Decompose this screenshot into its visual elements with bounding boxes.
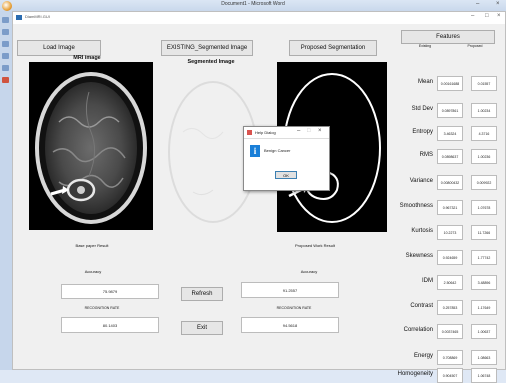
- matlab-icon: [16, 15, 22, 20]
- feature-proposed-value: 0.009922: [471, 175, 497, 190]
- word-title-bar: Document1 - Microsoft Word – ×: [0, 0, 506, 11]
- mri-brain-image: [35, 72, 147, 224]
- segmented-image-label: Segmented Image: [187, 59, 235, 65]
- feature-existing-value: 0.00161688: [437, 76, 463, 91]
- dialog-minimize-icon[interactable]: –: [297, 128, 300, 134]
- feature-name-4: Variance: [409, 178, 433, 184]
- feature-name-6: Kurtosis: [411, 228, 433, 234]
- feature-existing-value: 0.00800432: [437, 175, 463, 190]
- feature-existing-value: 2.50642: [437, 275, 463, 290]
- feature-name-8: IDM: [422, 278, 433, 284]
- toolbar-icon[interactable]: [2, 77, 9, 83]
- feature-proposed-value: 1.07678: [471, 200, 497, 215]
- ok-button[interactable]: OK: [275, 171, 297, 179]
- proposed-column-header: Proposed: [467, 44, 483, 48]
- load-image-button[interactable]: Load Image: [17, 40, 101, 56]
- matlab-icon: [247, 130, 252, 135]
- mri-image-panel: [29, 62, 153, 230]
- existing-segmented-image-button[interactable]: EXISTING_Segmented Image: [161, 40, 253, 56]
- feature-existing-value: 0.708869: [437, 350, 463, 365]
- feature-existing-value: 0.0898637: [437, 149, 463, 164]
- word-side-toolbar: [0, 11, 12, 370]
- proposed-work-result-label: Proposed Work Result: [295, 243, 335, 248]
- feature-proposed-value: 1.00234: [471, 103, 497, 118]
- figure-close-icon[interactable]: ×: [497, 13, 501, 19]
- base-accuracy-label: Accuracy: [84, 269, 102, 274]
- exit-button[interactable]: Exit: [181, 321, 223, 335]
- help-dialog-message: Benign Cancer: [264, 148, 291, 153]
- feature-proposed-value: 11.7266: [471, 225, 497, 240]
- close-icon[interactable]: ×: [496, 1, 500, 7]
- feature-proposed-value: 3.48896: [471, 275, 497, 290]
- proposed-accuracy-label: Accuracy: [300, 269, 318, 274]
- feature-proposed-value: 1.17649: [471, 300, 497, 315]
- figure-minimize-icon[interactable]: –: [471, 13, 474, 19]
- feature-existing-value: 0.904507: [437, 368, 463, 383]
- base-recognition-field: 80.1403: [61, 317, 159, 333]
- feature-name-5: Smoothness: [399, 203, 433, 209]
- help-dialog-title-bar: Help Dialog – □ ×: [244, 127, 329, 139]
- info-icon: i: [250, 145, 260, 157]
- figure-maximize-icon[interactable]: □: [485, 13, 489, 19]
- feature-existing-value: 3.46324: [437, 126, 463, 141]
- feature-name-0: Mean: [417, 79, 433, 85]
- feature-name-1: Std Dev: [411, 106, 433, 112]
- feature-proposed-value: 0.01557: [471, 76, 497, 91]
- refresh-button[interactable]: Refresh: [181, 287, 223, 301]
- feature-proposed-value: 4.3716: [471, 126, 497, 141]
- feature-name-12: Homogeneity: [397, 371, 433, 377]
- feature-name-11: Energy: [413, 353, 433, 359]
- figure-title-bar: DiamMRI.GUI – □ ×: [13, 12, 505, 24]
- feature-proposed-value: 1.77742: [471, 250, 497, 265]
- feature-name-7: Skewness: [405, 253, 433, 259]
- feature-name-9: Contrast: [410, 303, 433, 309]
- feature-existing-value: 0.257853: [437, 300, 463, 315]
- proposed-recognition-field: 94.5618: [241, 317, 339, 333]
- toolbar-icon[interactable]: [2, 65, 9, 71]
- base-paper-result-label: Base paper Result: [75, 243, 109, 248]
- toolbar-icon[interactable]: [2, 17, 9, 23]
- proposed-accuracy-field: 91.2557: [241, 282, 339, 298]
- dialog-close-icon[interactable]: ×: [318, 128, 322, 134]
- toolbar-icon[interactable]: [2, 53, 9, 59]
- feature-name-2: Entropy: [412, 129, 433, 135]
- feature-name-10: Correlation: [403, 327, 433, 333]
- base-accuracy-field: 75.9879: [61, 284, 159, 299]
- word-window-title: Document1 - Microsoft Word: [221, 1, 285, 7]
- feature-existing-value: 0.0897861: [437, 103, 463, 118]
- feature-existing-value: 0.967321: [437, 200, 463, 215]
- base-recognition-label: RECOGNITION RATE: [84, 306, 120, 310]
- toolbar-icon[interactable]: [2, 29, 9, 35]
- feature-proposed-value: 1.00637: [471, 324, 497, 339]
- feature-existing-value: 0.0037465: [437, 324, 463, 339]
- feature-proposed-value: 1.08663: [471, 350, 497, 365]
- help-dialog-title: Help Dialog: [255, 130, 276, 135]
- minimize-icon[interactable]: –: [476, 1, 479, 7]
- figure-title: DiamMRI.GUI: [25, 14, 50, 19]
- feature-existing-value: 10.2273: [437, 225, 463, 240]
- toolbar-icon[interactable]: [2, 41, 9, 47]
- proposed-segmentation-button[interactable]: Proposed Segmentation: [289, 40, 377, 56]
- feature-existing-value: 0.924659: [437, 250, 463, 265]
- mri-image-label: MRI image: [73, 55, 101, 61]
- features-button[interactable]: Features: [401, 30, 495, 44]
- feature-proposed-value: 1.06748: [471, 368, 497, 383]
- existing-column-header: Existing: [418, 44, 432, 48]
- feature-name-3: RMS: [419, 152, 433, 158]
- proposed-recognition-label: RECOGNITION RATE: [276, 306, 312, 310]
- gui-figure-window: DiamMRI.GUI – □ × Load Image EXISTING_Se…: [12, 11, 506, 383]
- help-dialog: Help Dialog – □ × i Benign Cancer OK: [243, 126, 330, 191]
- dialog-maximize-icon: □: [307, 128, 311, 134]
- feature-proposed-value: 1.00236: [471, 149, 497, 164]
